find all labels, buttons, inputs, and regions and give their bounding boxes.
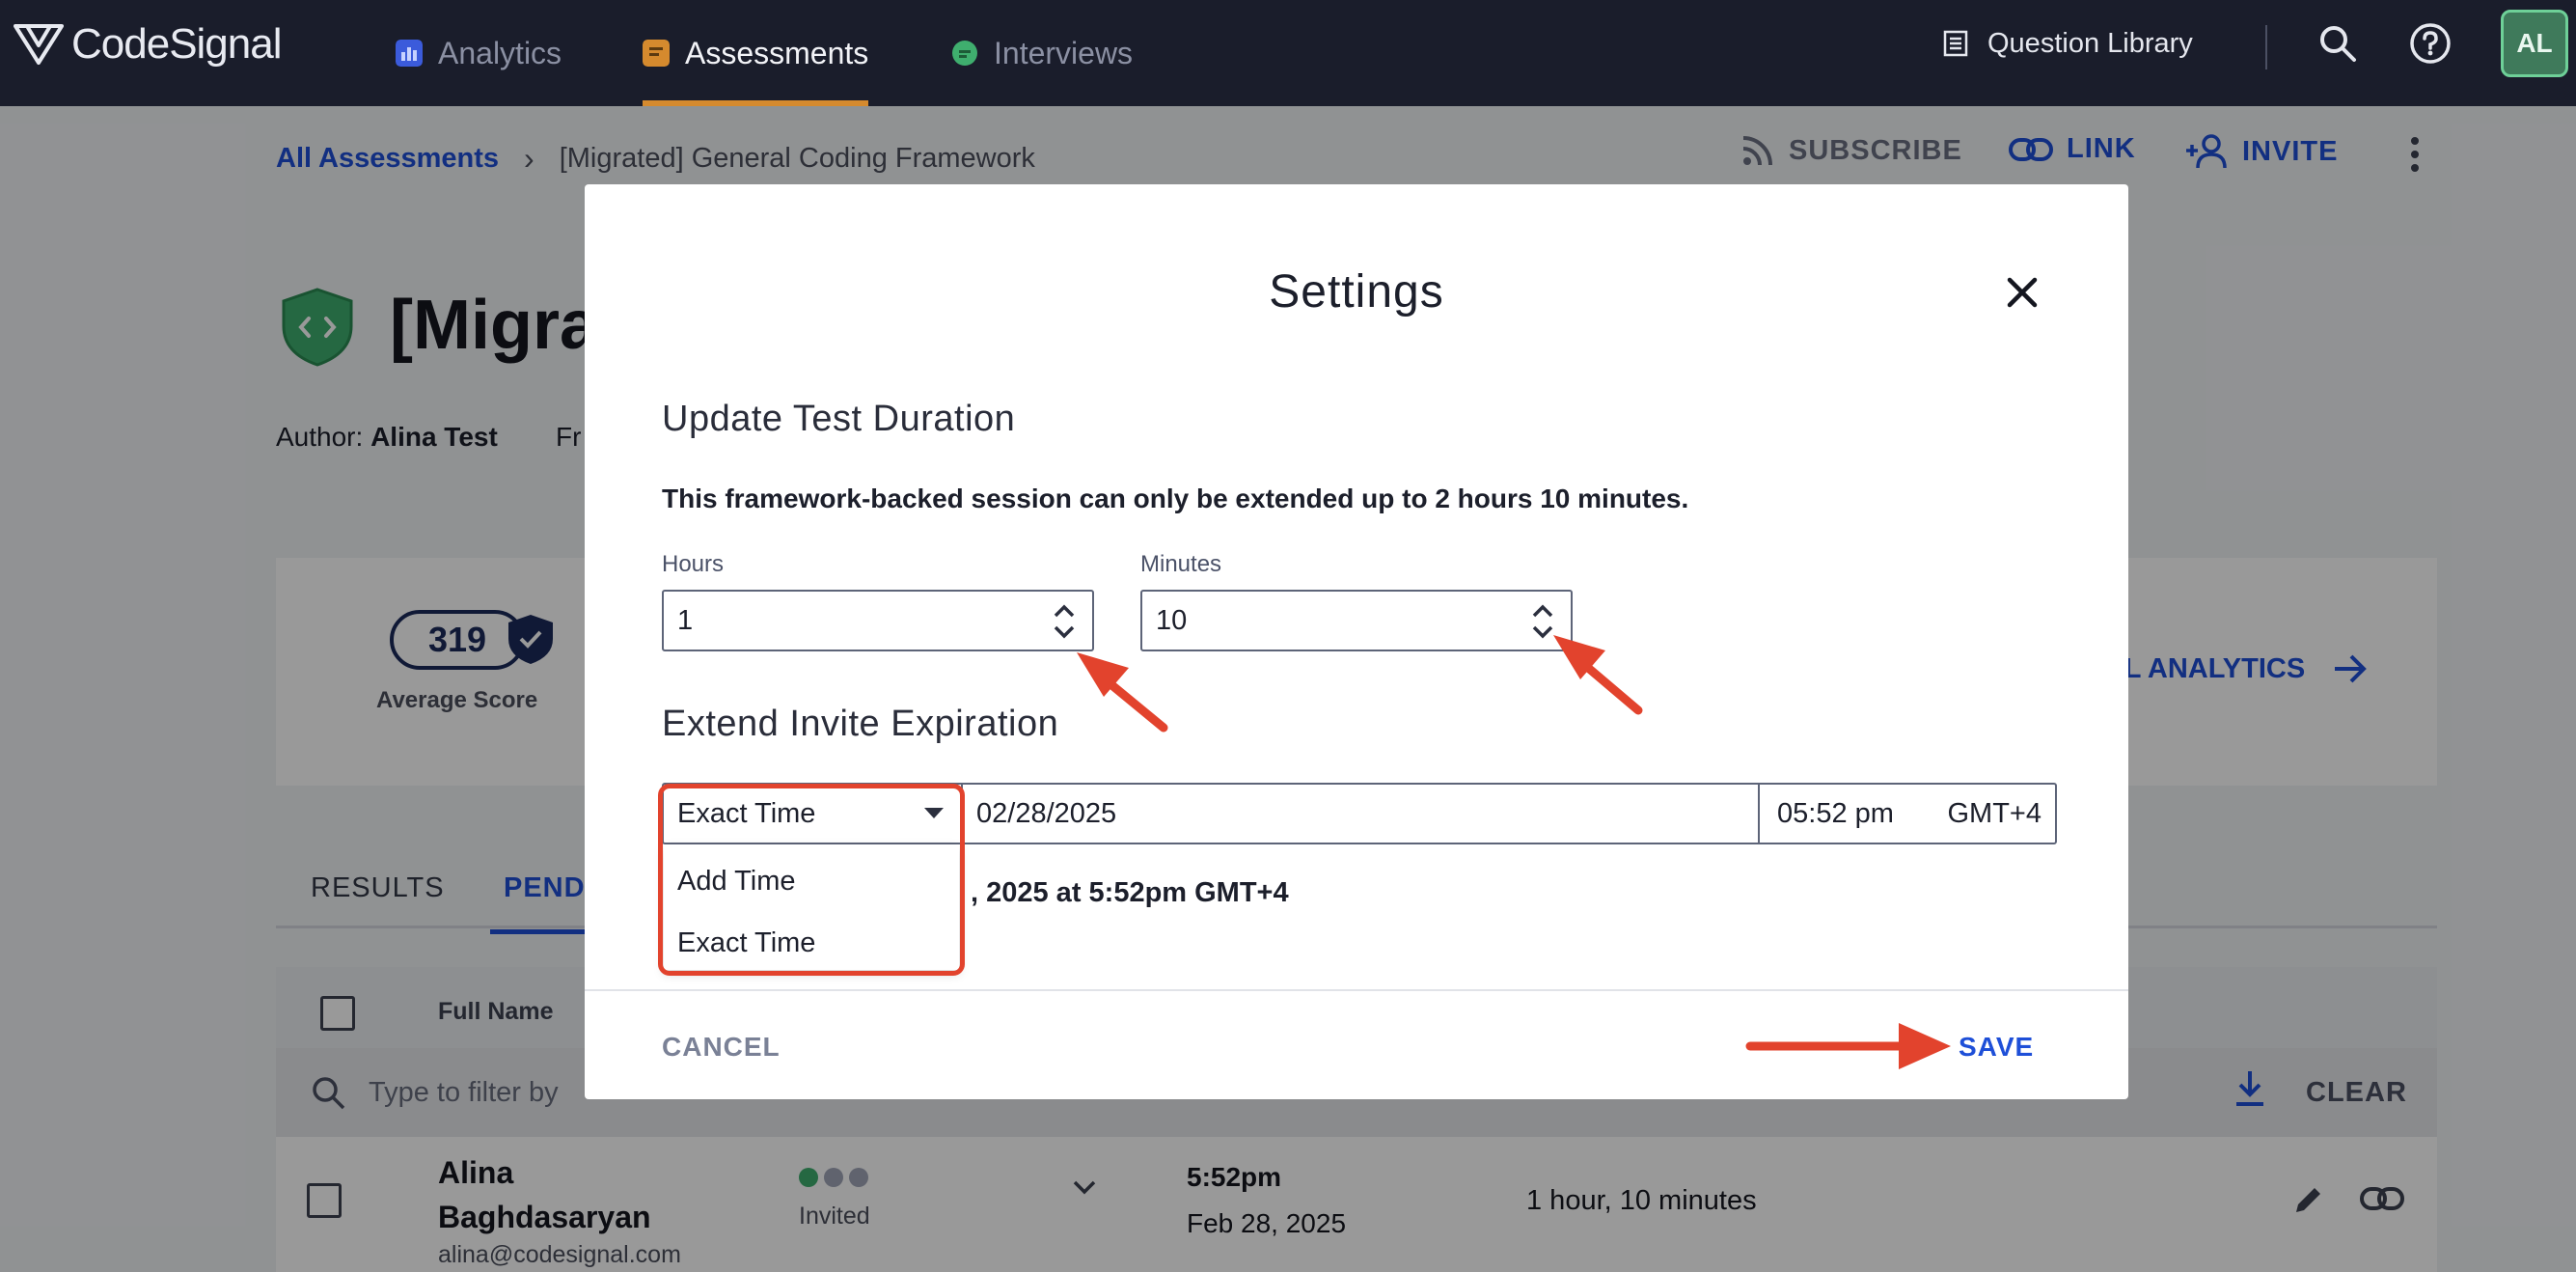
brand-name: CodeSignal bbox=[71, 20, 282, 68]
chat-bubble-icon bbox=[952, 41, 977, 66]
hours-label: Hours bbox=[662, 551, 725, 577]
codesignal-logo[interactable]: CodeSignal bbox=[14, 17, 282, 71]
nav-tab-label: Analytics bbox=[438, 35, 562, 70]
top-nav: CodeSignal Analytics Assessments Intervi… bbox=[0, 0, 2576, 106]
modal-title: Settings bbox=[1269, 266, 1444, 318]
expiration-summary: , 2025 at 5:52pm GMT+4 bbox=[971, 877, 1289, 908]
nav-tab-label: Interviews bbox=[994, 35, 1134, 70]
cancel-button[interactable]: CANCEL bbox=[662, 1032, 781, 1063]
nav-tab-analytics[interactable]: Analytics bbox=[396, 0, 562, 106]
avatar[interactable]: AL bbox=[2501, 10, 2568, 77]
minutes-value: 10 bbox=[1156, 604, 1188, 636]
search-icon[interactable] bbox=[2316, 21, 2360, 66]
minutes-label: Minutes bbox=[1140, 551, 1222, 577]
nav-tab-label: Assessments bbox=[685, 35, 869, 70]
settings-modal: Settings Update Test Duration This frame… bbox=[585, 184, 2128, 1099]
minutes-input[interactable]: 10 bbox=[1140, 590, 1573, 651]
close-icon[interactable] bbox=[2003, 273, 2042, 312]
question-library-label: Question Library bbox=[1987, 27, 2193, 59]
stepper-icon[interactable] bbox=[1050, 599, 1079, 644]
stepper-icon[interactable] bbox=[1528, 599, 1557, 644]
expiration-time-value: 05:52 pm bbox=[1777, 797, 1894, 829]
codesignal-logo-icon bbox=[14, 24, 64, 65]
nav-tab-assessments[interactable]: Assessments bbox=[643, 0, 869, 106]
section-title-expiration: Extend Invite Expiration bbox=[662, 704, 1059, 744]
expiration-date-input[interactable]: 02/28/2025 bbox=[976, 785, 1116, 843]
annotation-highlight-box bbox=[658, 784, 965, 976]
bar-chart-icon bbox=[396, 40, 423, 67]
document-icon bbox=[643, 40, 670, 67]
help-icon[interactable] bbox=[2408, 21, 2453, 66]
hours-input[interactable]: 1 bbox=[662, 590, 1094, 651]
section-title-duration: Update Test Duration bbox=[662, 399, 1016, 439]
timezone-label: GMT+4 bbox=[1947, 797, 2042, 829]
expiration-time-input[interactable]: 05:52 pm GMT+4 bbox=[1758, 785, 2057, 843]
nav-tab-interviews[interactable]: Interviews bbox=[951, 0, 1133, 106]
expiration-date-value: 02/28/2025 bbox=[976, 797, 1117, 829]
modal-footer: CANCEL SAVE bbox=[585, 989, 2128, 1099]
hours-value: 1 bbox=[677, 604, 694, 636]
save-button[interactable]: SAVE bbox=[1959, 1032, 2034, 1063]
duration-notice: This framework-backed session can only b… bbox=[662, 484, 1689, 513]
nav-divider bbox=[2265, 25, 2267, 69]
list-book-icon bbox=[1943, 30, 1968, 57]
question-library-link[interactable]: Question Library bbox=[1943, 0, 2193, 87]
